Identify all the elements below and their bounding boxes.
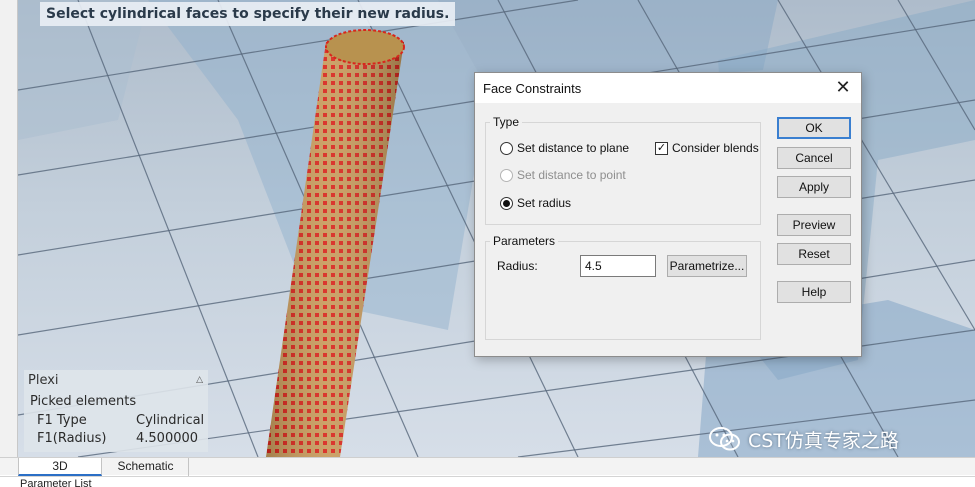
parameters-legend: Parameters bbox=[493, 234, 556, 248]
radio-label: Set distance to plane bbox=[517, 141, 630, 155]
radio-set-distance-to-plane[interactable]: Set distance to plane bbox=[500, 141, 629, 155]
radio-set-distance-to-point[interactable]: Set distance to point bbox=[500, 168, 626, 182]
radius-input[interactable]: 4.5 bbox=[580, 255, 656, 277]
panel-title: Plexi bbox=[28, 373, 59, 388]
panel-subtitle: Picked elements bbox=[30, 394, 137, 409]
view-tabbar: 3D Schematic bbox=[0, 457, 975, 476]
info-key: F1(Radius) bbox=[37, 431, 107, 446]
cancel-button[interactable]: Cancel bbox=[777, 147, 851, 169]
reset-button[interactable]: Reset bbox=[777, 243, 851, 265]
close-icon[interactable]: ✕ bbox=[833, 77, 853, 98]
picked-elements-panel: Plexi △ Picked elements F1 Type Cylindri… bbox=[24, 370, 208, 452]
tab-schematic[interactable]: Schematic bbox=[103, 458, 189, 476]
info-key: F1 Type bbox=[37, 413, 87, 428]
radius-label: Radius: bbox=[497, 259, 538, 273]
radio-indicator[interactable] bbox=[500, 168, 513, 182]
radio-label: Set distance to point bbox=[517, 168, 626, 182]
type-legend: Type bbox=[493, 115, 520, 129]
left-panel-strip bbox=[0, 0, 18, 457]
parameter-list-label[interactable]: Parameter List bbox=[20, 478, 92, 487]
radio-set-radius[interactable]: Set radius bbox=[500, 196, 571, 210]
parameter-list-panel: Parameter List bbox=[0, 476, 975, 487]
info-value: 4.500000 bbox=[136, 431, 199, 446]
radio-label: Set radius bbox=[517, 196, 572, 210]
dialog-title: Face Constraints bbox=[483, 81, 582, 96]
preview-button[interactable]: Preview bbox=[777, 214, 851, 236]
radio-indicator[interactable] bbox=[500, 141, 513, 155]
checkbox-label: Consider blends bbox=[672, 141, 759, 155]
parametrize-button[interactable]: Parametrize... bbox=[667, 255, 747, 277]
parameters-group: Parameters bbox=[485, 234, 761, 340]
consider-blends-checkbox[interactable]: ✓ Consider blends bbox=[655, 141, 759, 155]
wechat-icon bbox=[709, 427, 740, 451]
tab-3d[interactable]: 3D bbox=[18, 458, 102, 476]
info-value: Cylindrical bbox=[136, 413, 205, 428]
apply-button[interactable]: Apply bbox=[777, 176, 851, 198]
watermark-text: CST仿真专家之路 bbox=[748, 429, 899, 452]
checkbox-indicator[interactable]: ✓ bbox=[655, 141, 668, 155]
watermark: CST仿真专家之路 bbox=[708, 424, 899, 454]
selection-hint: Select cylindrical faces to specify thei… bbox=[40, 2, 456, 26]
radio-indicator[interactable] bbox=[500, 196, 513, 210]
chevron-up-icon[interactable]: △ bbox=[196, 375, 203, 385]
face-constraints-dialog: Face Constraints ✕ Type Set distance to … bbox=[474, 72, 862, 357]
help-button[interactable]: Help bbox=[777, 281, 851, 303]
dialog-titlebar[interactable]: Face Constraints ✕ bbox=[475, 73, 861, 103]
ok-button[interactable]: OK bbox=[777, 117, 851, 139]
